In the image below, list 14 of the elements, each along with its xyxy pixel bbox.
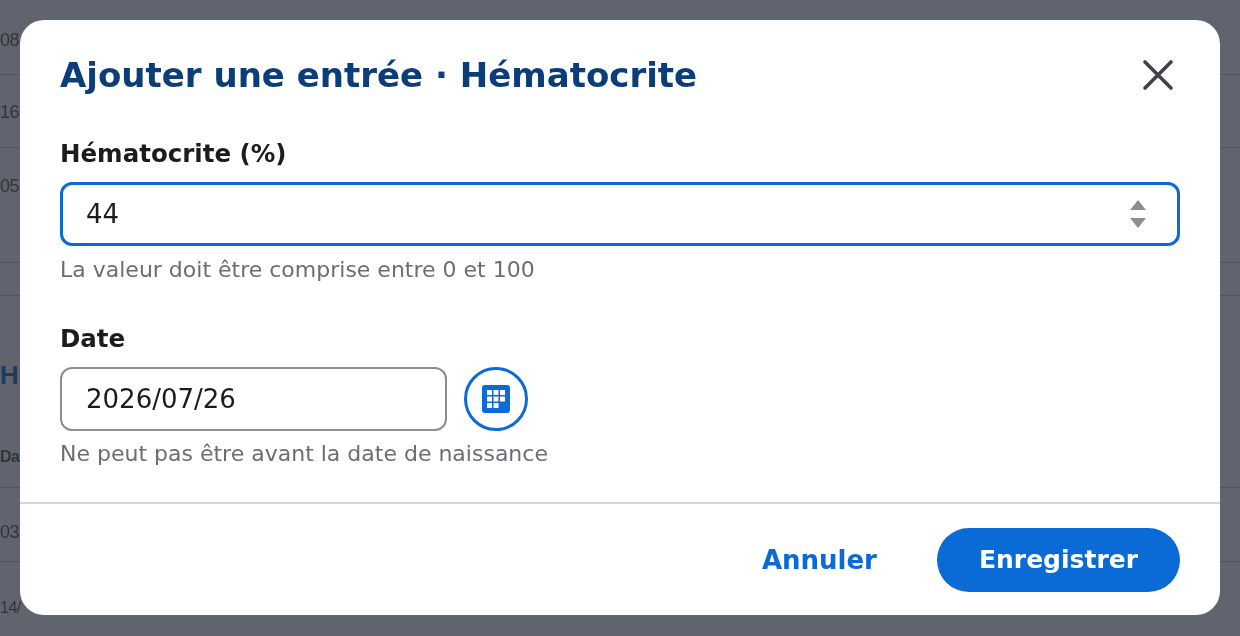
calendar-button[interactable]: [464, 367, 528, 431]
field-label: Date: [60, 324, 126, 354]
cancel-button[interactable]: Annuler: [745, 528, 893, 592]
help-text: Ne peut pas être avant la date de naissance: [60, 441, 548, 467]
date-field[interactable]: 2026/07/26: [60, 367, 447, 431]
close-button[interactable]: [1142, 59, 1174, 91]
close-icon: [1142, 59, 1174, 91]
save-button[interactable]: Enregistrer: [936, 528, 1180, 592]
field-label: Hématocrite (%): [60, 139, 287, 169]
help-text: La valeur doit être comprise entre 0 et 100: [60, 257, 535, 283]
section-heading: H: [0, 359, 19, 392]
calendar-icon: [482, 385, 510, 413]
dialog-title: Ajouter une entrée · Hématocrite: [60, 54, 698, 97]
number-field[interactable]: 44: [60, 182, 1180, 246]
